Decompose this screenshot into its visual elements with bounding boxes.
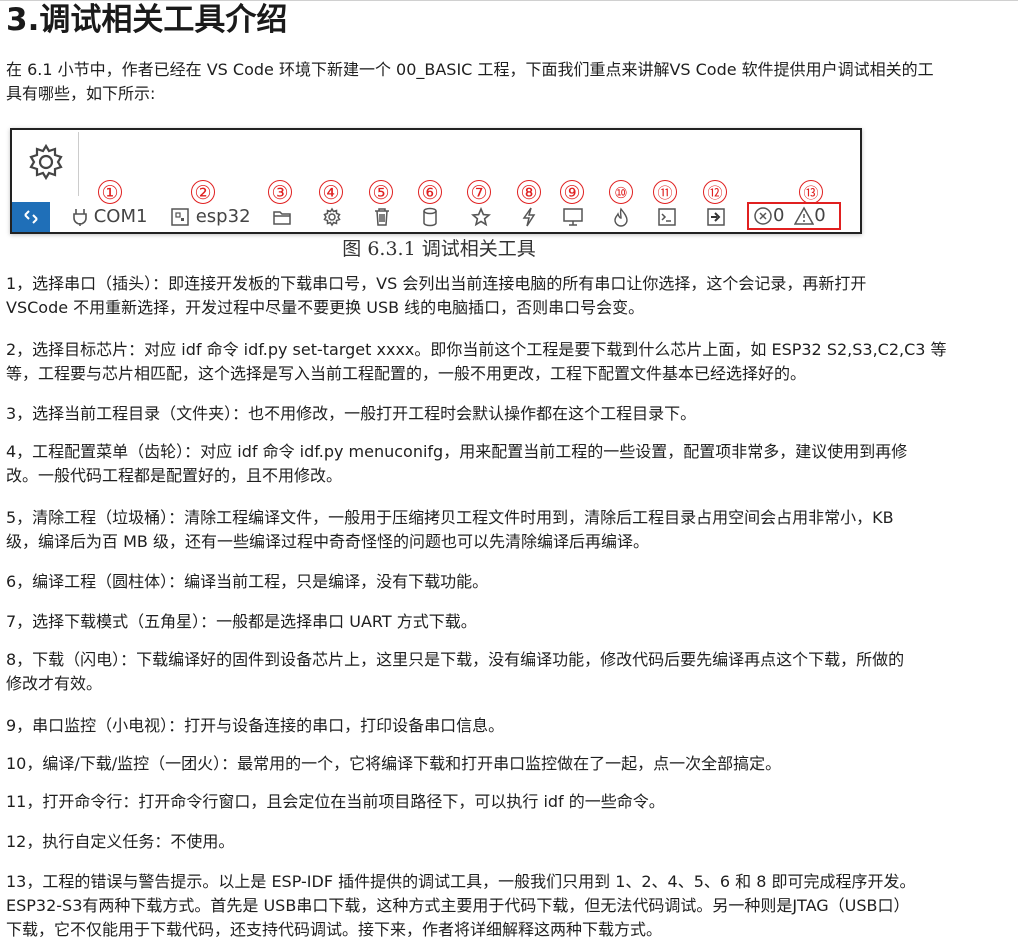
settings-panel xyxy=(14,132,79,196)
figure-caption: 图 6.3.1 调试相关工具 xyxy=(342,238,536,260)
error-icon xyxy=(754,207,772,225)
build-button[interactable] xyxy=(422,204,438,230)
callout-13: ⑬ xyxy=(799,180,823,204)
run-task-icon xyxy=(707,208,725,226)
settings-gear-icon xyxy=(29,143,63,181)
callout-12: ⑫ xyxy=(703,180,727,204)
flash-mode-button[interactable] xyxy=(471,204,491,230)
port-select-button[interactable]: COM1 xyxy=(72,204,147,230)
document-page: 3.调试相关工具介绍 在 6.1 小节中，作者已经在 VS Code 环境下新建… xyxy=(0,0,1018,939)
list-item-11: 11，打开命令行：打开命令行窗口，且会定位在当前项目路径下，可以执行 idf 的… xyxy=(6,792,665,811)
callout-9: ⑨ xyxy=(560,180,584,204)
remote-icon[interactable] xyxy=(12,202,50,232)
callout-2: ② xyxy=(191,180,215,204)
warning-icon xyxy=(794,206,815,225)
warnings-count: 0 xyxy=(814,205,826,226)
status-bar: COM1 esp32 0 0 xyxy=(12,202,860,232)
callout-7: ⑦ xyxy=(467,180,491,204)
clean-button[interactable] xyxy=(373,204,391,230)
list-item-3: 3，选择当前工程目录（文件夹）：也不用修改，一般打开工程时会默认操作都在这个工程… xyxy=(6,404,697,423)
callout-5: ⑤ xyxy=(369,180,393,204)
port-label: COM1 xyxy=(93,206,148,227)
list-item-5: 5，清除工程（垃圾桶）：清除工程编译文件，一般用于压缩拷贝工程文件时用到，清除后… xyxy=(6,508,894,551)
list-item-2: 2，选择目标芯片：对应 idf 命令 idf.py set-target xxx… xyxy=(6,340,947,383)
callout-4: ④ xyxy=(319,180,343,204)
list-item-1: 1，选择串口（插头）：即连接开发板的下载串口号，VS 会列出当前连接电脑的所有串… xyxy=(6,274,867,317)
chip-icon xyxy=(171,208,189,226)
callout-8: ⑧ xyxy=(517,180,541,204)
terminal-icon xyxy=(658,208,676,226)
problems-icon: 0 0 xyxy=(753,203,826,229)
star-icon xyxy=(471,207,491,227)
config-button[interactable] xyxy=(322,204,342,230)
callout-11: ⑪ xyxy=(653,180,677,204)
list-item-7: 7，选择下载模式（五角星）：一般都是选择串口 UART 方式下载。 xyxy=(6,612,477,631)
list-item-9: 9，串口监控（小电视）：打开与设备连接的串口，打印设备串口信息。 xyxy=(6,716,505,735)
monitor-button[interactable] xyxy=(562,204,584,230)
terminal-button[interactable] xyxy=(657,204,677,230)
target-select-button[interactable]: esp32 xyxy=(170,204,251,230)
intro-paragraph: 在 6.1 小节中，作者已经在 VS Code 环境下新建一个 00_BASIC… xyxy=(6,60,934,103)
list-item-6: 6，编译工程（圆柱体）：编译当前工程，只是编译，没有下载功能。 xyxy=(6,572,489,591)
plug-icon xyxy=(73,209,87,226)
custom-task-button[interactable] xyxy=(706,204,726,230)
flash-button[interactable] xyxy=(521,204,537,230)
folder-icon xyxy=(273,211,291,225)
callout-6: ⑥ xyxy=(418,180,442,204)
gear-icon xyxy=(323,207,341,227)
problems-indicator[interactable]: 0 0 xyxy=(747,202,841,230)
list-item-13: 13，工程的错误与警告提示。以上是 ESP-IDF 插件提供的调试工具，一般我们… xyxy=(6,872,916,939)
monitor-icon xyxy=(563,208,583,226)
trash-icon xyxy=(375,208,389,226)
section-title: 3.调试相关工具介绍 xyxy=(6,2,288,38)
target-label: esp32 xyxy=(195,206,251,227)
list-item-8: 8，下载（闪电）：下载编译好的固件到设备芯片上，这里只是下载，没有编译功能，修改… xyxy=(6,650,905,693)
list-item-4: 4，工程配置菜单（齿轮）：对应 idf 命令 idf.py menuconifg… xyxy=(6,442,908,485)
flame-icon xyxy=(614,207,628,227)
errors-count: 0 xyxy=(773,205,785,226)
callout-3: ③ xyxy=(268,180,292,204)
folder-button[interactable] xyxy=(272,204,292,230)
list-item-12: 12，执行自定义任务：不使用。 xyxy=(6,832,235,851)
cylinder-icon xyxy=(423,207,437,227)
list-item-10: 10，编译/下载/监控（一团火）：最常用的一个，它将编译下载和打开串口监控做在了… xyxy=(6,754,782,773)
callout-10: ⑩ xyxy=(609,180,633,204)
callout-1: ① xyxy=(98,180,122,204)
flash-icon xyxy=(522,207,536,227)
toolbar-figure: ① ② ③ ④ ⑤ ⑥ ⑦ ⑧ ⑨ ⑩ ⑪ ⑫ ⑬ COM1 esp32 0 0… xyxy=(6,124,872,260)
toolbar-screenshot: ① ② ③ ④ ⑤ ⑥ ⑦ ⑧ ⑨ ⑩ ⑪ ⑫ ⑬ COM1 esp32 0 0 xyxy=(10,128,862,234)
build-flash-monitor-button[interactable] xyxy=(613,204,629,230)
